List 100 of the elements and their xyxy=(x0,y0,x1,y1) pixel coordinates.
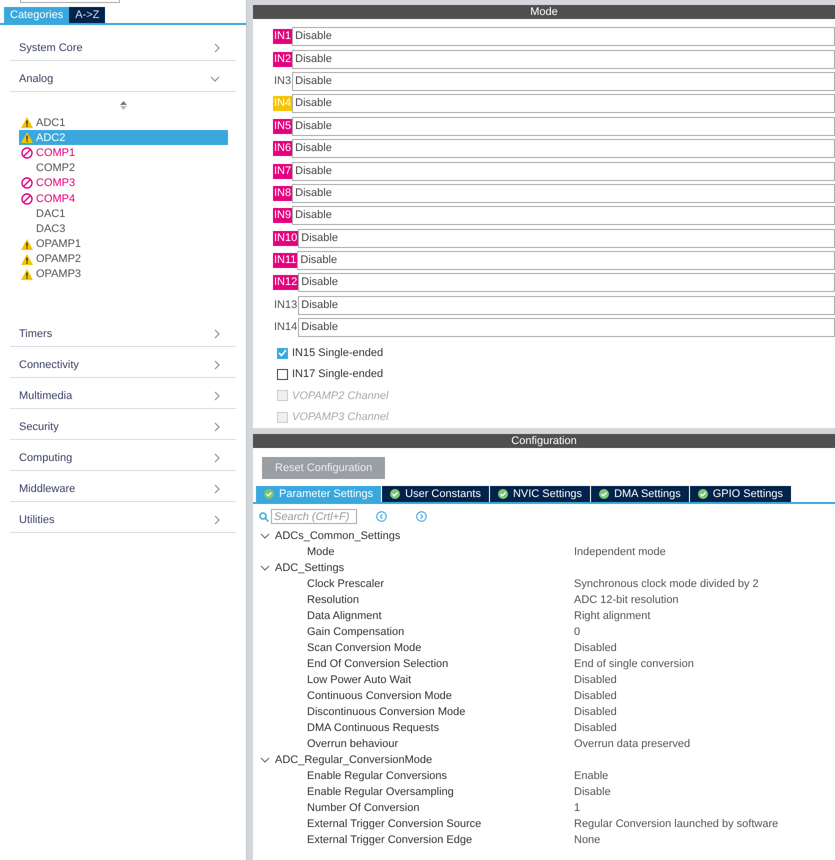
channel-label: IN2 xyxy=(273,52,292,67)
next-icon[interactable] xyxy=(416,511,427,522)
mode-select[interactable]: Disable xyxy=(292,116,835,136)
chevron-right-icon xyxy=(214,329,220,340)
parameter-name: Low Power Auto Wait xyxy=(306,674,412,686)
mode-select[interactable]: Disable xyxy=(292,50,835,69)
mode-select[interactable]: Disable xyxy=(292,162,835,181)
peripheral-item[interactable]: COMP4 xyxy=(19,190,228,206)
mode-select[interactable]: Disable xyxy=(298,296,835,315)
chevron-right-icon xyxy=(214,484,220,494)
parameter-value[interactable]: 1 xyxy=(574,802,580,814)
parameter-value[interactable]: Synchronous clock mode divided by 2 xyxy=(574,578,759,590)
checkbox-label: IN15 Single-ended xyxy=(292,347,384,360)
group-label: ADC_Settings xyxy=(275,562,344,574)
settings-tab[interactable]: DMA Settings xyxy=(591,486,689,502)
search-field[interactable]: Search (Crtl+F) xyxy=(271,509,357,524)
mode-select[interactable]: Disable xyxy=(298,318,835,338)
mode-select[interactable]: Disable xyxy=(292,139,835,158)
parameter-value[interactable]: Disabled xyxy=(574,642,617,654)
category-item[interactable]: Utilities xyxy=(10,502,236,534)
blocked-icon xyxy=(21,177,33,190)
parameter-value[interactable]: Regular Conversion launched by software xyxy=(574,818,778,830)
parameter-name: External Trigger Conversion Source xyxy=(306,818,482,830)
category-item[interactable]: Timers xyxy=(10,316,236,348)
parameter-value[interactable]: End of single conversion xyxy=(574,658,694,670)
peripheral-item[interactable]: OPAMP3 xyxy=(19,266,228,282)
sort-icon[interactable] xyxy=(120,101,127,110)
parameter-value[interactable]: Disabled xyxy=(574,674,617,686)
peripheral-item[interactable]: COMP1 xyxy=(19,145,228,161)
channel-label: IN5 xyxy=(273,118,292,134)
settings-tab[interactable]: NVIC Settings xyxy=(490,486,590,502)
parameter-name: Overrun behaviour xyxy=(306,738,400,750)
blocked-icon xyxy=(21,192,33,205)
peripheral-item[interactable]: COMP3 xyxy=(19,176,228,191)
mode-select[interactable]: Disable xyxy=(292,27,835,46)
channel-label: IN10 xyxy=(273,230,298,246)
collapse-icon[interactable] xyxy=(260,533,270,539)
parameter-value[interactable]: Disabled xyxy=(574,690,617,702)
category-item[interactable]: System Core xyxy=(10,30,236,61)
parameter-value[interactable]: Disable xyxy=(574,786,611,798)
group-label: ADCs_Common_Settings xyxy=(275,530,400,542)
peripheral-item[interactable]: ADC1 xyxy=(19,115,228,130)
mode-select[interactable]: Disable xyxy=(292,184,835,203)
parameter-value[interactable]: Right alignment xyxy=(574,610,650,622)
search-field[interactable] xyxy=(20,0,120,3)
panel-header: Configuration xyxy=(253,434,835,448)
category-item[interactable]: Computing xyxy=(10,440,236,472)
parameter-name: Data Alignment xyxy=(306,610,383,622)
category-item[interactable]: Analog xyxy=(10,61,236,92)
channel-label: IN1 xyxy=(273,29,292,44)
parameter-value[interactable]: Independent mode xyxy=(574,546,666,558)
checkbox-label: VOPAMP2 Channel xyxy=(292,390,388,402)
parameter-value[interactable]: 0 xyxy=(574,626,580,638)
chevron-right-icon xyxy=(214,391,220,402)
peripheral-item[interactable]: OPAMP1 xyxy=(19,236,228,252)
mode-select[interactable]: Disable xyxy=(298,228,835,248)
mode-select[interactable]: Disable xyxy=(292,206,835,226)
warning-icon xyxy=(21,254,33,265)
peripheral-item[interactable]: OPAMP2 xyxy=(19,252,228,267)
category-item[interactable]: Connectivity xyxy=(10,347,236,378)
parameter-value[interactable]: None xyxy=(574,834,600,846)
channel-label: IN11 xyxy=(273,253,298,268)
warning-icon xyxy=(21,268,33,280)
checkbox-label: VOPAMP3 Channel xyxy=(292,411,388,423)
parameter-name: Mode xyxy=(306,546,336,558)
peripheral-item[interactable]: COMP2 xyxy=(19,160,228,176)
parameter-value[interactable]: Overrun data preserved xyxy=(574,738,690,750)
mode-select[interactable]: Disable xyxy=(292,72,835,91)
category-item[interactable]: Middleware xyxy=(10,471,236,502)
parameter-value[interactable]: Disabled xyxy=(574,722,617,734)
chevron-right-icon xyxy=(214,360,220,370)
channel-label: IN13 xyxy=(273,298,298,313)
collapse-icon[interactable] xyxy=(260,565,270,571)
parameter-value[interactable]: Disabled xyxy=(574,706,617,718)
channel-label: IN14 xyxy=(273,320,298,336)
mode-select[interactable]: Disable xyxy=(298,273,835,292)
chevron-right-icon xyxy=(214,422,220,432)
parameter-value[interactable]: ADC 12-bit resolution xyxy=(574,594,679,606)
checkbox[interactable] xyxy=(277,348,288,359)
settings-tab[interactable]: User Constants xyxy=(382,486,489,502)
chevron-right-icon xyxy=(214,453,220,464)
peripheral-item[interactable]: DAC1 xyxy=(19,206,228,222)
collapse-icon[interactable] xyxy=(260,757,270,763)
parameter-name: Resolution xyxy=(306,594,360,606)
parameter-name: Scan Conversion Mode xyxy=(306,642,422,654)
mode-select[interactable]: Disable xyxy=(297,251,835,270)
parameter-value[interactable]: Enable xyxy=(574,770,608,782)
settings-tab[interactable]: GPIO Settings xyxy=(690,486,792,502)
sidebar-tab[interactable]: A->Z xyxy=(69,7,106,23)
category-item[interactable]: Security xyxy=(10,409,236,440)
parameter-name: DMA Continuous Requests xyxy=(306,722,440,734)
chevron-down-icon xyxy=(210,76,220,82)
channel-label: IN7 xyxy=(273,164,292,179)
previous-icon[interactable] xyxy=(376,511,387,522)
checkbox[interactable] xyxy=(277,368,288,380)
mode-select[interactable]: Disable xyxy=(292,94,835,114)
peripheral-item[interactable]: DAC3 xyxy=(19,221,228,236)
category-item[interactable]: Multimedia xyxy=(10,378,236,410)
group-label: ADC_Regular_ConversionMode xyxy=(275,754,432,766)
parameter-name: Continuous Conversion Mode xyxy=(306,690,453,702)
